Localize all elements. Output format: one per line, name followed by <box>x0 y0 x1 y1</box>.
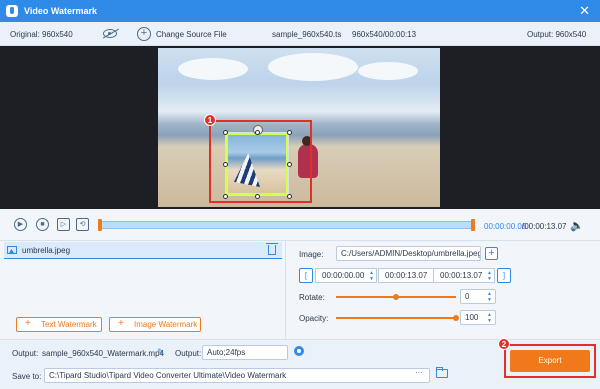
app-logo-icon <box>6 5 18 17</box>
plus-icon: + <box>25 318 31 329</box>
timeline-start-handle[interactable] <box>98 219 102 231</box>
start-time-field[interactable]: 00:00:00.00 ▲ ▼ <box>315 268 377 283</box>
plus-icon: + <box>118 318 124 329</box>
source-filename: sample_960x540.ts <box>272 30 342 39</box>
rotate-label: Rotate: <box>299 293 325 302</box>
change-source-button[interactable]: Change Source File <box>156 30 227 39</box>
original-resolution: Original: 960x540 <box>10 30 73 39</box>
image-path-field[interactable]: C:/Users/ADMIN/Desktop/umbrella.jpeg <box>336 246 481 261</box>
opacity-value-field[interactable]: 100 ▲ ▼ <box>460 310 496 325</box>
output-filename: sample_960x540_Watermark.mp4 <box>42 349 164 358</box>
settings-gear-icon[interactable] <box>294 346 304 356</box>
step-badge-1: 1 <box>204 114 216 126</box>
output-label: Output: <box>12 349 39 358</box>
playback-controls: ▶ ■ ▷ ⟲ 00:00:00.00 /00:00:13.07 🔈 <box>0 209 600 241</box>
set-start-button[interactable]: [ <box>299 268 313 283</box>
output-resolution: Output: 960x540 <box>527 30 587 39</box>
spin-arrows-icon[interactable]: ▲▼ <box>369 270 374 282</box>
preview-stage: 1 <box>0 46 600 209</box>
image-watermark-button[interactable]: + Image Watermark <box>109 317 201 332</box>
opacity-label: Opacity: <box>299 314 329 323</box>
duration-field[interactable]: 00:00:13.07 ▲ ▼ <box>433 268 495 283</box>
volume-icon[interactable]: 🔈 <box>570 219 584 232</box>
image-label: Image: <box>299 250 324 259</box>
window-title: Video Watermark <box>24 6 98 16</box>
total-time: /00:00:13.07 <box>522 222 567 231</box>
rotate-value-field[interactable]: 0 ▲ ▼ <box>460 289 496 304</box>
eye-off-icon[interactable] <box>103 29 117 38</box>
loop-icon[interactable]: ⟲ <box>76 218 89 231</box>
more-options-icon[interactable]: ··· <box>415 368 423 377</box>
next-frame-icon[interactable]: ▷ <box>57 218 70 231</box>
set-end-button[interactable]: ] <box>497 268 511 283</box>
list-item[interactable]: umbrella.jpeg <box>4 242 282 259</box>
image-icon <box>7 246 17 254</box>
trash-icon[interactable] <box>266 243 278 255</box>
folder-icon[interactable] <box>436 367 448 378</box>
edit-pencil-icon[interactable]: ✎ <box>157 347 165 358</box>
rotate-slider-knob[interactable] <box>393 294 399 300</box>
source-meta: 960x540/00:00:13 <box>352 30 417 39</box>
close-icon[interactable]: ✕ <box>579 3 590 19</box>
play-icon[interactable]: ▶ <box>14 218 27 231</box>
step-badge-2: 2 <box>498 338 510 350</box>
opacity-slider[interactable] <box>336 317 456 319</box>
spin-arrows-icon[interactable]: ▲▼ <box>487 312 492 324</box>
output-format-field[interactable]: Auto;24fps <box>202 345 288 360</box>
spin-arrows-icon[interactable]: ▲▼ <box>487 270 492 282</box>
title-bar: Video Watermark ✕ <box>0 0 600 22</box>
opacity-slider-knob[interactable] <box>453 315 459 321</box>
timeline-end-handle[interactable] <box>471 219 475 231</box>
current-time: 00:00:00.00 <box>484 222 527 231</box>
output-format-label: Output: <box>175 349 202 358</box>
stop-icon[interactable]: ■ <box>36 218 49 231</box>
info-bar: Original: 960x540 + Change Source File s… <box>0 22 600 46</box>
add-image-button[interactable]: + <box>485 247 498 260</box>
highlight-box-export <box>504 344 596 378</box>
spin-arrows-icon[interactable]: ▲▼ <box>487 291 492 303</box>
timeline-bar[interactable] <box>100 221 474 229</box>
save-to-label: Save to: <box>12 372 42 381</box>
text-watermark-button[interactable]: + Text Watermark <box>16 317 102 332</box>
save-path-field[interactable]: C:\Tipard Studio\Tipard Video Converter … <box>44 368 430 383</box>
list-item-label: umbrella.jpeg <box>22 246 71 255</box>
highlight-box-watermark <box>209 120 312 203</box>
add-circle-icon[interactable]: + <box>137 27 151 41</box>
end-time-field[interactable]: 00:00:13.07▲▼ <box>378 268 440 283</box>
